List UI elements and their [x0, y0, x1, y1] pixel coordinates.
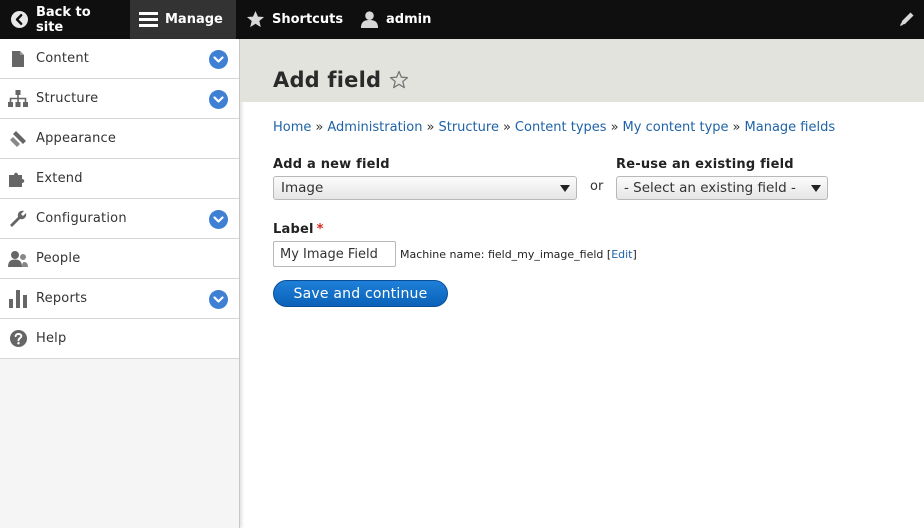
machine-name-suffix: ]: [632, 248, 637, 261]
dropdown-arrow-icon: [560, 185, 570, 192]
sidebar-item-label: Structure: [36, 91, 99, 106]
sidebar-item-label: Content: [36, 51, 90, 66]
star-outline-icon[interactable]: [389, 70, 409, 90]
sidebar-item-people[interactable]: People: [0, 239, 239, 279]
chevron-down-icon[interactable]: [209, 50, 228, 69]
existing-field-value: - Select an existing field -: [624, 180, 796, 196]
sidebar-item-label: Extend: [36, 171, 83, 186]
or-text: or: [590, 179, 604, 194]
page-header: Add field: [240, 39, 924, 102]
sidebar-item-label: Configuration: [36, 211, 127, 226]
breadcrumb-separator: »: [502, 120, 511, 135]
question-icon: [8, 329, 28, 349]
sidebar-item-structure[interactable]: Structure: [0, 79, 239, 119]
file-icon: [8, 49, 28, 69]
breadcrumb-link-administration[interactable]: Administration: [327, 120, 422, 135]
breadcrumb-link-my-content-type[interactable]: My content type: [623, 120, 729, 135]
page-title-text: Add field: [273, 68, 382, 92]
puzzle-icon: [8, 169, 28, 189]
back-to-site-label: Back to site: [36, 4, 91, 35]
admin-label: admin: [386, 12, 432, 27]
paintbrush-icon: [8, 129, 28, 149]
sidebar-item-appearance[interactable]: Appearance: [0, 119, 239, 159]
breadcrumb-separator: »: [732, 120, 741, 135]
machine-name-text: Machine name: field_my_image_field [: [400, 248, 612, 261]
star-icon: [246, 10, 265, 29]
page-title: Add field: [273, 68, 409, 92]
label-field-label: Label *: [273, 222, 324, 237]
sidebar-item-configuration[interactable]: Configuration: [0, 199, 239, 239]
new-field-label: Add a new field: [273, 157, 390, 172]
label-input[interactable]: [273, 241, 396, 267]
back-to-site-link[interactable]: Back to site: [0, 0, 130, 39]
existing-field-label: Re-use an existing field: [616, 157, 794, 172]
sidebar-item-help[interactable]: Help: [0, 319, 239, 359]
sitemap-icon: [8, 89, 28, 109]
shortcuts-label: Shortcuts: [272, 12, 344, 27]
breadcrumb-separator: »: [426, 120, 435, 135]
chevron-left-circle-icon: [10, 10, 29, 29]
sidebar-item-reports[interactable]: Reports: [0, 279, 239, 319]
user-icon: [360, 10, 379, 29]
new-field-type-value: Image: [281, 180, 324, 196]
dropdown-arrow-icon: [811, 185, 821, 192]
sidebar-item-label: Reports: [36, 291, 88, 306]
existing-field-select[interactable]: - Select an existing field -: [616, 176, 828, 200]
breadcrumb-separator: »: [610, 120, 619, 135]
shortcuts-tab[interactable]: Shortcuts: [236, 0, 350, 39]
people-icon: [8, 249, 28, 269]
chevron-down-icon[interactable]: [209, 290, 228, 309]
bar-chart-icon: [8, 289, 28, 309]
chevron-down-icon[interactable]: [209, 210, 228, 229]
machine-name-edit-link[interactable]: Edit: [611, 248, 632, 261]
wrench-icon: [8, 209, 28, 229]
breadcrumb-link-home[interactable]: Home: [273, 120, 311, 135]
required-marker: *: [316, 222, 324, 237]
breadcrumb-link-manage-fields[interactable]: Manage fields: [745, 120, 836, 135]
pencil-icon[interactable]: [898, 10, 916, 28]
admin-toolbar: Back to site Manage Shortcuts admin: [0, 0, 924, 39]
label-field-text: Label: [273, 222, 314, 237]
machine-name: Machine name: field_my_image_field [Edit…: [400, 248, 637, 261]
breadcrumb-link-content-types[interactable]: Content types: [515, 120, 607, 135]
new-field-type-select[interactable]: Image: [273, 176, 577, 200]
save-and-continue-button[interactable]: Save and continue: [273, 280, 448, 307]
hamburger-icon: [139, 10, 158, 29]
chevron-down-icon[interactable]: [209, 90, 228, 109]
manage-tab[interactable]: Manage: [130, 0, 236, 39]
sidebar-item-label: Help: [36, 331, 67, 346]
breadcrumb-link-structure[interactable]: Structure: [438, 120, 498, 135]
breadcrumb: Home» Administration» Structure» Content ty…: [273, 120, 835, 135]
admin-sidebar: Content Structure Appearance Extend Conf…: [0, 39, 240, 528]
sidebar-item-content[interactable]: Content: [0, 39, 239, 79]
sidebar-item-label: Appearance: [36, 131, 117, 146]
user-tab[interactable]: admin: [350, 0, 460, 39]
sidebar-item-extend[interactable]: Extend: [0, 159, 239, 199]
manage-label: Manage: [165, 12, 223, 27]
sidebar-item-label: People: [36, 251, 81, 266]
breadcrumb-separator: »: [315, 120, 324, 135]
